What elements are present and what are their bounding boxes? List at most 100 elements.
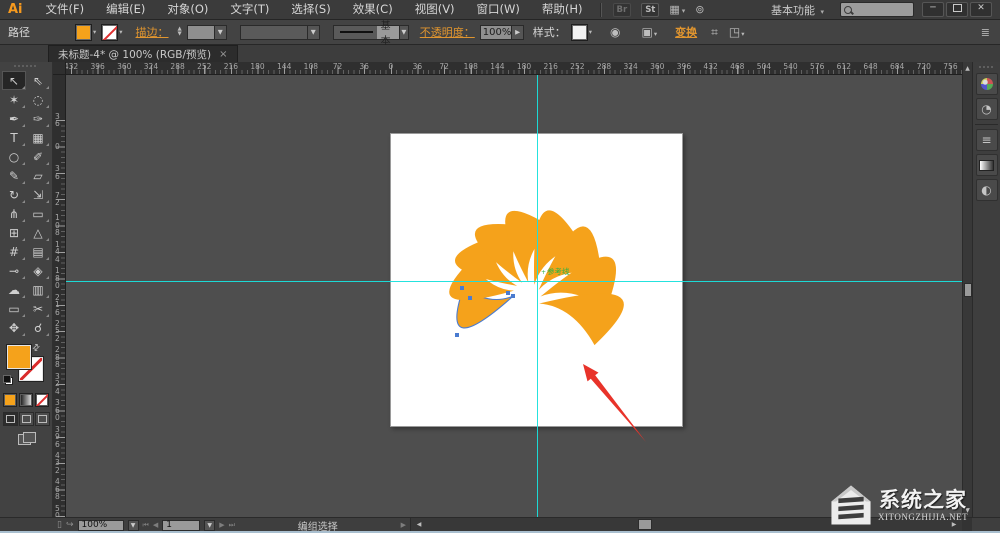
zoom-tool[interactable]: ☌ xyxy=(26,318,50,337)
share-screen-icon[interactable]: ⊚ xyxy=(695,3,704,16)
fill-swatch-control[interactable]: ▾ xyxy=(75,24,96,41)
bounding-box-icon[interactable]: ⌗ xyxy=(708,25,721,40)
width-tool[interactable]: ⋔ xyxy=(2,204,26,223)
eraser-tool[interactable]: ▱ xyxy=(26,166,50,185)
panel-grip[interactable] xyxy=(14,63,38,69)
bridge-icon[interactable]: Br xyxy=(613,3,632,17)
fill-swatch[interactable] xyxy=(75,24,92,41)
stroke-weight-stepper[interactable]: ▲▼ xyxy=(178,27,182,37)
pen-tool[interactable]: ✒ xyxy=(2,109,26,128)
close-tab-icon[interactable]: × xyxy=(219,49,227,60)
menu-item-0[interactable]: 文件(F) xyxy=(35,0,96,19)
vertical-scrollbar[interactable]: ▲ ▼ xyxy=(962,62,972,517)
selection-tool[interactable]: ↖ xyxy=(2,71,26,90)
restore-button[interactable] xyxy=(946,2,968,17)
swap-fill-stroke-icon[interactable]: ⇄ xyxy=(31,342,43,354)
direct-selection-tool[interactable]: ⇖ xyxy=(26,71,50,90)
menu-item-1[interactable]: 编辑(E) xyxy=(95,0,156,19)
status-options-button[interactable]: ▶ xyxy=(401,521,406,529)
none-button[interactable] xyxy=(35,393,49,407)
menu-item-3[interactable]: 文字(T) xyxy=(219,0,280,19)
artboard-tool[interactable]: ▭ xyxy=(2,299,26,318)
zoom-dropdown-button[interactable]: ▼ xyxy=(128,520,139,531)
menu-item-7[interactable]: 窗口(W) xyxy=(466,0,531,19)
style-swatch-control[interactable]: ▾ xyxy=(571,24,592,41)
screen-mode-button[interactable] xyxy=(18,432,34,444)
export-icon[interactable]: ↪ xyxy=(66,520,74,530)
brush-definition-select[interactable]: 基本 ▼ xyxy=(333,25,409,40)
type-tool[interactable]: T xyxy=(2,128,26,147)
next-artboard-button[interactable]: ▶ xyxy=(219,521,224,529)
search-box[interactable] xyxy=(840,2,914,17)
first-artboard-button[interactable]: ⏮ xyxy=(143,521,149,530)
vertical-ruler[interactable]: 3603672108144180216252288324360396432468… xyxy=(53,75,66,517)
variable-width-profile-select[interactable]: ▼ xyxy=(240,25,320,40)
color-button[interactable] xyxy=(3,393,17,407)
fill-color-box[interactable] xyxy=(7,345,31,369)
align-icon[interactable]: ▣▾ xyxy=(639,25,661,39)
color-panel-icon[interactable] xyxy=(976,73,998,95)
perspective-grid-tool[interactable]: △ xyxy=(26,223,50,242)
stock-icon[interactable]: St xyxy=(641,3,659,17)
ellipse-tool[interactable]: ○ xyxy=(2,147,26,166)
document-tab[interactable]: 未标题-4* @ 100% (RGB/预览) × xyxy=(48,45,238,62)
transparency-panel-icon[interactable]: ◐ xyxy=(976,179,998,201)
horizontal-ruler[interactable]: 4323963603242882522161801441087236036721… xyxy=(66,62,962,75)
gradient-tool[interactable]: ▤ xyxy=(26,242,50,261)
draw-behind-button[interactable] xyxy=(19,412,34,426)
hand-tool[interactable]: ✥ xyxy=(2,318,26,337)
eyedropper-tool[interactable]: ⊸ xyxy=(2,261,26,280)
opacity-select[interactable]: 100%▶ xyxy=(480,25,524,40)
arrange-documents-icon[interactable]: ▦▾ xyxy=(669,3,685,16)
workspace-switcher[interactable]: 基本功能 ▾ xyxy=(763,2,832,18)
zoom-level-field[interactable]: 100% xyxy=(78,520,124,531)
free-transform-tool[interactable]: ▭ xyxy=(26,204,50,223)
document-setup-icon[interactable]: ◉ xyxy=(607,25,623,39)
paintbrush-tool[interactable]: ✐ xyxy=(26,147,50,166)
menu-item-6[interactable]: 视图(V) xyxy=(404,0,466,19)
search-input[interactable] xyxy=(852,4,910,16)
close-button[interactable]: ✕ xyxy=(970,2,992,17)
collapse-control-panel-icon[interactable]: ≣ xyxy=(981,26,992,39)
transform-link[interactable]: 变换 xyxy=(675,24,697,40)
opacity-link[interactable]: 不透明度： xyxy=(420,24,475,40)
stroke-panel-icon[interactable]: ≡ xyxy=(976,129,998,151)
minimize-button[interactable]: ─ xyxy=(922,2,944,17)
add-anchor-point-tool[interactable]: ✑ xyxy=(26,109,50,128)
scroll-left-icon[interactable]: ◀ xyxy=(413,518,425,531)
scale-tool[interactable]: ⇲ xyxy=(26,185,50,204)
rotate-tool[interactable]: ↻ xyxy=(2,185,26,204)
stroke-swatch-control[interactable]: ▾ xyxy=(101,24,122,41)
panel-grip[interactable] xyxy=(979,64,994,70)
style-swatch[interactable] xyxy=(571,24,588,41)
stroke-swatch[interactable] xyxy=(101,24,118,41)
symbol-sprayer-tool[interactable]: ☁ xyxy=(2,280,26,299)
isolate-selection-icon[interactable]: ◳▾ xyxy=(726,25,748,39)
pencil-tool[interactable]: ✎ xyxy=(2,166,26,185)
menu-item-4[interactable]: 选择(S) xyxy=(280,0,341,19)
last-artboard-button[interactable]: ⏭ xyxy=(229,521,235,530)
gradient-panel-icon[interactable] xyxy=(976,154,998,176)
artboard-number-field[interactable]: 1 xyxy=(162,520,200,531)
vertical-scroll-thumb[interactable] xyxy=(964,283,972,297)
draw-normal-button[interactable] xyxy=(3,412,18,426)
column-graph-tool[interactable]: ▥ xyxy=(26,280,50,299)
ruler-corner[interactable] xyxy=(53,62,66,75)
shape-builder-tool[interactable]: ⊞ xyxy=(2,223,26,242)
scroll-up-icon[interactable]: ▲ xyxy=(963,62,972,75)
mesh-tool[interactable]: # xyxy=(2,242,26,261)
menu-item-2[interactable]: 对象(O) xyxy=(156,0,219,19)
blend-tool[interactable]: ◈ xyxy=(26,261,50,280)
menu-item-8[interactable]: 帮助(H) xyxy=(531,0,594,19)
draw-inside-button[interactable] xyxy=(35,412,50,426)
artboard-dropdown-button[interactable]: ▼ xyxy=(204,520,215,531)
default-fill-stroke-icon[interactable] xyxy=(3,375,13,385)
magic-wand-tool[interactable]: ✶ xyxy=(2,90,26,109)
gradient-button[interactable] xyxy=(19,393,33,407)
canvas-viewport[interactable]: 参考线 xyxy=(66,75,962,517)
horizontal-scroll-thumb[interactable] xyxy=(638,519,652,530)
previous-artboard-button[interactable]: ◀ xyxy=(153,521,158,529)
stroke-panel-link[interactable]: 描边： xyxy=(136,24,169,40)
slice-tool[interactable]: ✂ xyxy=(26,299,50,318)
color-guide-panel-icon[interactable]: ◔ xyxy=(976,98,998,120)
